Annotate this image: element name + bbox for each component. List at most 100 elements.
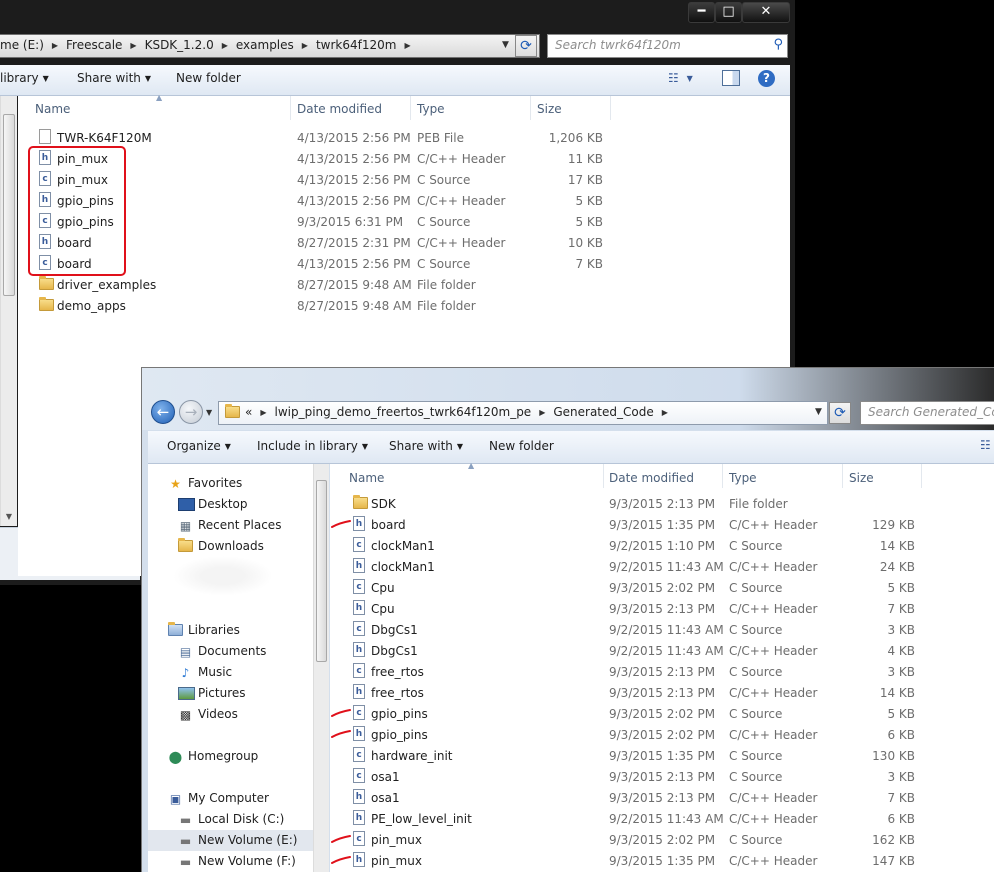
breadcrumb: « ▶ lwip_ping_demo_freertos_twrk64f120m_pe… [245, 405, 676, 419]
file-row[interactable]: c clockMan1 9/2/2015 1:10 PM C Source 14 KB [330, 535, 994, 556]
file-row[interactable]: h board 9/3/2015 1:35 PM C/C++ Header 129 KB [330, 514, 994, 535]
chevron-right-icon[interactable]: ▶ [130, 41, 136, 50]
file-row[interactable]: c gpio_pins 9/3/2015 6:31 PM C Source 5 KB [18, 211, 790, 232]
close-button[interactable]: ✕ [742, 2, 790, 23]
file-row[interactable]: demo_apps 8/27/2015 9:48 AM File folder [18, 295, 790, 316]
file-row[interactable]: h Cpu 9/3/2015 2:13 PM C/C++ Header 7 KB [330, 598, 994, 619]
file-row[interactable]: h board 8/27/2015 2:31 PM C/C++ Header 10 KB [18, 232, 790, 253]
file-row[interactable]: h osa1 9/3/2015 2:13 PM C/C++ Header 7 KB [330, 787, 994, 808]
file-date: 8/27/2015 9:48 AM [297, 278, 412, 292]
new-folder-button[interactable]: New folder [489, 439, 554, 453]
share-with-menu[interactable]: Share with ▼ [77, 71, 151, 85]
search-input[interactable]: Search Generated_Code [860, 401, 994, 425]
breadcrumb-item[interactable]: me (E:) [0, 38, 44, 52]
file-row[interactable]: h free_rtos 9/3/2015 2:13 PM C/C++ Header 14… [330, 682, 994, 703]
column-header-name[interactable]: Name [349, 471, 384, 485]
column-header-date[interactable]: Date modified [297, 102, 382, 116]
navigation-pane-scrollbar[interactable] [313, 464, 329, 872]
chevron-down-icon: ▼ [456, 442, 464, 451]
address-bar[interactable]: me (E:) ▶ Freescale ▶ KSDK_1.2.0 ▶ examples ▶ tw… [0, 34, 540, 58]
folder-icon [39, 276, 54, 290]
column-header-size[interactable]: Size [849, 471, 874, 485]
folder-icon [39, 297, 54, 311]
file-row[interactable]: c board 4/13/2015 2:56 PM C Source 7 KB [18, 253, 790, 274]
scrollbar-thumb[interactable] [3, 114, 15, 296]
column-header-type[interactable]: Type [729, 471, 757, 485]
address-bar[interactable]: « ▶ lwip_ping_demo_freertos_twrk64f120m_pe… [218, 401, 828, 425]
breadcrumb-item[interactable]: Generated_Code [553, 405, 653, 419]
file-date: 9/2/2015 11:43 AM [609, 560, 724, 574]
chevron-right-icon[interactable]: ▶ [662, 408, 668, 417]
include-in-library-menu[interactable]: library ▼ [0, 71, 49, 85]
file-row[interactable]: c hardware_init 9/3/2015 1:35 PM C Source 13… [330, 745, 994, 766]
chevron-right-icon[interactable]: ▶ [404, 41, 410, 50]
breadcrumb-item[interactable]: Freescale [66, 38, 122, 52]
forward-button[interactable]: → [179, 400, 203, 424]
chevron-right-icon[interactable]: ▶ [222, 41, 228, 50]
breadcrumb-item[interactable]: KSDK_1.2.0 [145, 38, 214, 52]
file-row[interactable]: h pin_mux 4/13/2015 2:56 PM C/C++ Header 11 … [18, 148, 790, 169]
file-row[interactable]: c DbgCs1 9/2/2015 11:43 AM C Source 3 KB [330, 619, 994, 640]
red-annotation-mark [331, 856, 351, 864]
refresh-icon[interactable]: ⟳ [515, 35, 537, 57]
breadcrumb-item[interactable]: twrk64f120m [316, 38, 397, 52]
chevron-right-icon[interactable]: ▶ [52, 41, 58, 50]
file-row[interactable]: SDK 9/3/2015 2:13 PM File folder [330, 493, 994, 514]
file-row[interactable]: h pin_mux 9/3/2015 1:35 PM C/C++ Header 147 … [330, 850, 994, 871]
breadcrumb-item[interactable]: « [245, 405, 252, 419]
share-with-menu[interactable]: Share with ▼ [389, 439, 463, 453]
drive-icon: ▬ [179, 855, 192, 869]
breadcrumb-item[interactable]: lwip_ping_demo_freertos_twrk64f120m_pe [275, 405, 532, 419]
column-header-type[interactable]: Type [417, 102, 445, 116]
scrollbar-thumb[interactable] [316, 480, 327, 662]
column-header-date[interactable]: Date modified [609, 471, 694, 485]
column-header-size[interactable]: Size [537, 102, 562, 116]
recent-pages-dropdown-icon[interactable]: ▼ [206, 408, 212, 417]
file-type: C Source [729, 581, 783, 595]
file-date: 9/3/2015 2:13 PM [609, 665, 716, 679]
chevron-right-icon[interactable]: ▶ [302, 41, 308, 50]
address-dropdown-icon[interactable]: ▼ [502, 40, 509, 50]
breadcrumb-item[interactable]: examples [236, 38, 294, 52]
header-file-icon: h [353, 516, 365, 531]
include-in-library-menu[interactable]: Include in library ▼ [257, 439, 368, 453]
chevron-right-icon[interactable]: ▶ [539, 408, 545, 417]
file-row[interactable]: h PE_low_level_init 9/2/2015 11:43 AM C/C++… [330, 808, 994, 829]
header-file-icon: h [353, 810, 365, 825]
file-row[interactable]: h gpio_pins 4/13/2015 2:56 PM C/C++ Header 5… [18, 190, 790, 211]
file-row[interactable]: h gpio_pins 9/3/2015 2:02 PM C/C++ Header 6 … [330, 724, 994, 745]
preview-pane-icon[interactable] [722, 70, 740, 86]
search-input[interactable]: Search twrk64f120m ⚲ [547, 34, 788, 58]
minimize-button[interactable]: ━ [688, 2, 715, 23]
chevron-right-icon[interactable]: ▶ [260, 408, 266, 417]
file-row[interactable]: c pin_mux 4/13/2015 2:56 PM C Source 17 KB [18, 169, 790, 190]
file-type: C Source [729, 707, 783, 721]
column-header-name[interactable]: Name [35, 102, 70, 116]
maximize-button[interactable]: □ [715, 2, 742, 23]
scroll-down-icon[interactable]: ▼ [1, 512, 17, 521]
view-options-icon[interactable]: ☷ ▼ [668, 71, 693, 85]
file-row[interactable]: c Cpu 9/3/2015 2:02 PM C Source 5 KB [330, 577, 994, 598]
file-row[interactable]: c osa1 9/3/2015 2:13 PM C Source 3 KB [330, 766, 994, 787]
left-pane-scrollbar[interactable]: ▼ [0, 96, 17, 526]
c-source-file-icon: c [353, 747, 365, 762]
file-row[interactable]: c free_rtos 9/3/2015 2:13 PM C Source 3 KB [330, 661, 994, 682]
file-row[interactable]: h clockMan1 9/2/2015 11:43 AM C/C++ Header 2… [330, 556, 994, 577]
back-button[interactable]: ← [151, 400, 175, 424]
file-row[interactable]: driver_examples 8/27/2015 9:48 AM File fol… [18, 274, 790, 295]
file-row[interactable]: h DbgCs1 9/2/2015 11:43 AM C/C++ Header 4 KB [330, 640, 994, 661]
help-icon[interactable]: ? [758, 70, 775, 87]
file-row[interactable]: c pin_mux 9/3/2015 2:02 PM C Source 162 KB [330, 829, 994, 850]
drive-icon: ▬ [179, 834, 192, 848]
file-size: 17 KB [567, 173, 603, 187]
file-type: C/C++ Header [729, 560, 818, 574]
file-name: TWR-K64F120M [57, 131, 152, 145]
organize-menu[interactable]: Organize ▼ [167, 439, 231, 453]
new-folder-button[interactable]: New folder [176, 71, 241, 85]
file-row[interactable]: TWR-K64F120M 4/13/2015 2:56 PM PEB File 1,2… [18, 127, 790, 148]
file-row[interactable]: c gpio_pins 9/3/2015 2:02 PM C Source 5 KB [330, 703, 994, 724]
file-type: C/C++ Header [729, 812, 818, 826]
address-dropdown-icon[interactable]: ▼ [815, 407, 822, 417]
view-options-icon[interactable]: ☷ [980, 438, 991, 452]
refresh-icon[interactable]: ⟳ [829, 402, 851, 424]
